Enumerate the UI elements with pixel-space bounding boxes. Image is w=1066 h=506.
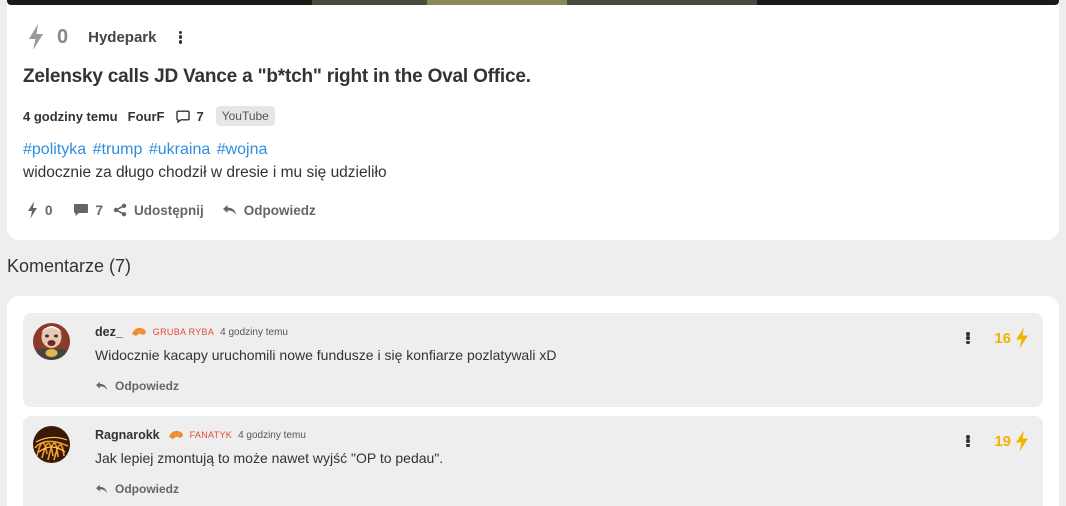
vote-button[interactable]: 0 — [27, 201, 53, 219]
avatar[interactable] — [33, 323, 70, 360]
video-preview-strip[interactable] — [7, 0, 1059, 5]
bolt-icon — [28, 201, 37, 219]
group-name[interactable]: Hydepark — [88, 29, 156, 46]
post-time: 4 godziny temu — [23, 108, 118, 124]
reply-button[interactable]: Odpowiedz — [222, 203, 316, 218]
more-vertical-icon[interactable] — [966, 332, 970, 344]
avatar[interactable] — [33, 426, 70, 463]
reply-icon — [222, 205, 236, 215]
post-meta: 4 godziny temu FourF 7 YouTube — [23, 106, 275, 126]
comment-icon — [176, 110, 191, 123]
comment-text: Widocznie kacapy uruchomili nowe fundusz… — [95, 347, 557, 363]
post-body: widocznie za długo chodził w dresie i mu… — [23, 164, 387, 181]
video-frame-highlight — [427, 0, 567, 5]
comment-score-area: 19 — [966, 430, 1029, 452]
bolt-icon[interactable] — [1015, 430, 1029, 452]
tag-link[interactable]: #ukraina — [149, 141, 210, 158]
comments-button[interactable]: 7 — [73, 202, 104, 218]
comment-reply-label: Odpowiedz — [115, 482, 179, 496]
comment-username[interactable]: dez_ — [95, 325, 123, 339]
comment: dez_ GRUBA RYBA 4 godziny temu Widocznie… — [23, 313, 1043, 407]
comment-reply-button[interactable]: Odpowiedz — [95, 482, 179, 496]
comment-header: dez_ GRUBA RYBA 4 godziny temu — [95, 324, 288, 340]
share-button[interactable]: Udostępnij — [113, 203, 204, 218]
source-badge: YouTube — [215, 106, 275, 126]
rank-icon — [131, 327, 146, 336]
more-vertical-icon[interactable] — [178, 30, 183, 44]
comment-reply-label: Odpowiedz — [115, 379, 179, 393]
post-vote-row: 0 Hydepark — [27, 23, 183, 51]
more-vertical-icon[interactable] — [966, 435, 970, 447]
comment-reply-button[interactable]: Odpowiedz — [95, 379, 179, 393]
comment-score-area: 16 — [966, 327, 1029, 349]
post-title[interactable]: Zelensky calls JD Vance a "b*tch" right … — [23, 66, 531, 88]
rank-icon — [168, 430, 183, 439]
comment: Ragnarokk FANATYK 4 godziny temu Jak lep… — [23, 416, 1043, 506]
reply-icon — [96, 484, 107, 494]
post-actions: 0 7 Udostępnij Odpowiedz — [27, 200, 316, 220]
comment-icon — [73, 204, 88, 216]
post-card: 0 Hydepark Zelensky calls JD Vance a "b*… — [7, 0, 1059, 240]
user-rank: FANATYK — [189, 430, 233, 440]
comment-time: 4 godziny temu — [220, 326, 288, 338]
tag-link[interactable]: #wojna — [217, 141, 268, 158]
post-comment-count-value: 7 — [196, 108, 204, 124]
post-author[interactable]: FourF — [128, 109, 165, 124]
post-tags: #polityka #trump #ukraina #wojna — [23, 141, 269, 159]
reply-label: Odpowiedz — [243, 202, 316, 218]
vote-count: 0 — [45, 202, 53, 218]
comment-time: 4 godziny temu — [238, 429, 306, 441]
tag-link[interactable]: #trump — [93, 141, 143, 158]
user-rank: GRUBA RYBA — [152, 327, 215, 337]
bolt-icon[interactable] — [27, 23, 45, 51]
share-label: Udostępnij — [134, 202, 204, 218]
bolt-icon[interactable] — [1015, 327, 1029, 349]
comment-score: 16 — [994, 329, 1011, 347]
share-icon — [113, 203, 127, 217]
comment-header: Ragnarokk FANATYK 4 godziny temu — [95, 427, 306, 443]
comments-panel: dez_ GRUBA RYBA 4 godziny temu Widocznie… — [7, 296, 1059, 506]
comment-score: 19 — [994, 432, 1011, 450]
post-vote-count: 0 — [57, 25, 69, 48]
post-comment-count[interactable]: 7 — [176, 108, 204, 124]
reply-icon — [96, 381, 107, 391]
comment-username[interactable]: Ragnarokk — [95, 428, 160, 442]
comments-heading: Komentarze (7) — [7, 256, 132, 276]
comment-text: Jak lepiej zmontują to może nawet wyjść … — [95, 450, 444, 466]
comments-count: 7 — [95, 202, 104, 218]
tag-link[interactable]: #polityka — [23, 141, 86, 158]
